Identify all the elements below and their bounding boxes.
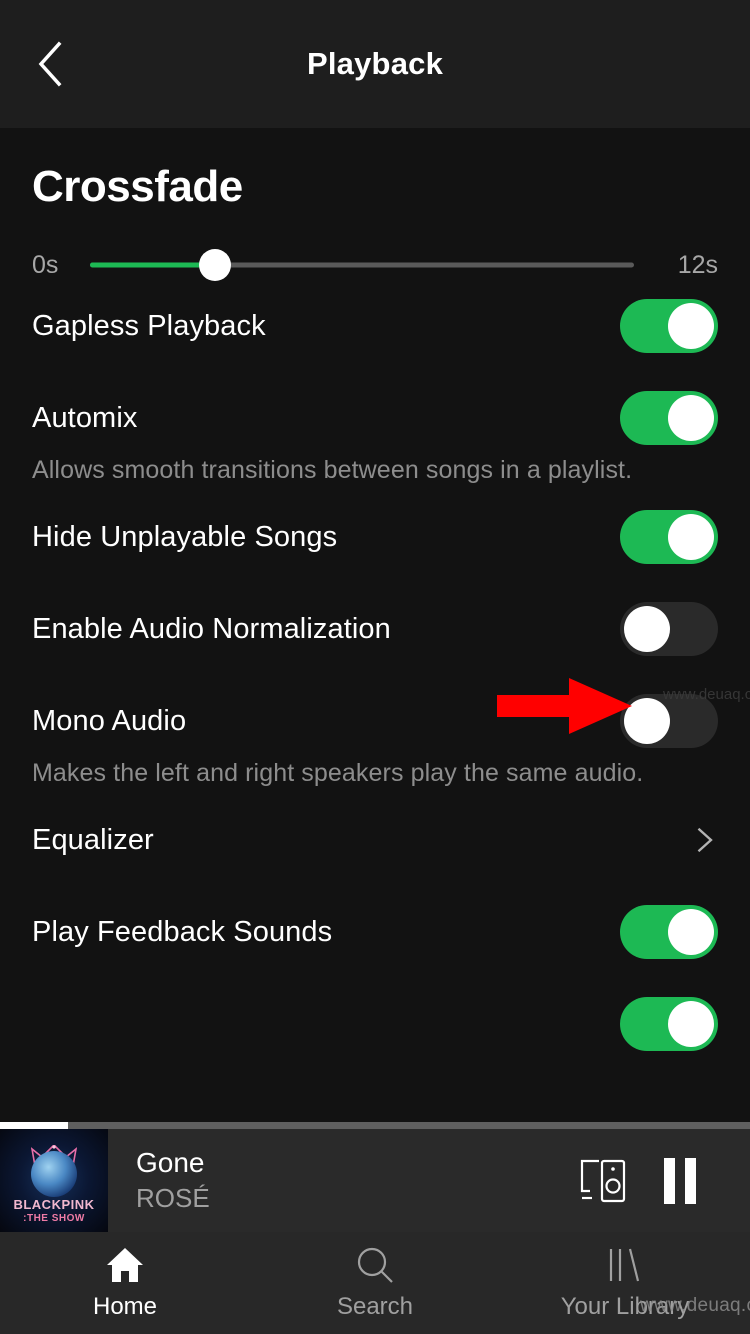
setting-label: Mono Audio	[32, 704, 187, 737]
toggle-mono-audio[interactable]	[620, 694, 718, 748]
toggle-knob	[624, 606, 670, 652]
section-title-crossfade: Crossfade	[32, 162, 243, 211]
setting-row-equalizer[interactable]: Equalizer	[0, 794, 750, 886]
crossfade-min-label: 0s	[32, 250, 59, 279]
top-app-bar: Playback	[0, 0, 750, 128]
settings-scroll-area[interactable]: Crossfade 0s 12s Gapless Playback Automi…	[0, 128, 750, 1130]
chevron-right-icon	[697, 827, 713, 853]
toggle-knob	[668, 909, 714, 955]
crossfade-max-label: 12s	[677, 250, 718, 279]
now-playing-actions	[568, 1145, 750, 1217]
setting-label: Automix	[32, 401, 138, 434]
album-art-line2: :THE SHOW	[23, 1213, 85, 1225]
setting-row-automix[interactable]: Automix	[0, 372, 750, 464]
pause-button[interactable]	[640, 1145, 720, 1217]
album-art: BLACKPINK :THE SHOW	[0, 1129, 108, 1232]
setting-row-play-feedback-sounds[interactable]: Play Feedback Sounds	[0, 886, 750, 978]
nav-label-your-library: Your Library	[560, 1293, 690, 1320]
library-icon	[609, 1248, 640, 1282]
playback-progress-bar[interactable]	[0, 1122, 750, 1129]
page-title: Playback	[306, 46, 444, 81]
crossfade-slider-row: 0s 12s	[0, 212, 750, 281]
setting-row-mono-audio[interactable]: Mono Audio	[0, 675, 750, 767]
search-icon	[357, 1247, 393, 1283]
setting-label: Gapless Playback	[32, 309, 266, 342]
slider-fill	[90, 262, 216, 268]
chevron-left-icon	[38, 41, 62, 87]
nav-label-search: Search	[336, 1293, 414, 1320]
connect-to-device-button[interactable]	[568, 1145, 640, 1217]
connect-to-device-icon	[580, 1159, 626, 1202]
setting-row-hide-unplayable-songs[interactable]: Hide Unplayable Songs	[0, 491, 750, 583]
playback-progress-fill	[0, 1122, 68, 1129]
setting-label: Hide Unplayable Songs	[32, 520, 338, 553]
toggle-play-feedback-sounds[interactable]	[620, 905, 718, 959]
bottom-navigation-bar: Home Search Your Library	[0, 1232, 750, 1334]
toggle-knob	[624, 698, 670, 744]
setting-label: Enable Audio Normalization	[32, 612, 391, 645]
globe-graphic	[31, 1151, 77, 1198]
nav-label-home: Home	[92, 1293, 158, 1320]
now-playing-text: Gone ROSÉ	[108, 1147, 568, 1214]
setting-description-mono-audio: Makes the left and right speakers play t…	[32, 759, 644, 787]
now-playing-artist: ROSÉ	[136, 1183, 210, 1213]
nav-item-your-library[interactable]: Your Library	[500, 1232, 750, 1334]
setting-row-gapless-playback[interactable]: Gapless Playback	[0, 280, 750, 372]
toggle-partial-row[interactable]	[620, 997, 718, 1051]
toggle-knob	[668, 1001, 714, 1047]
back-button[interactable]	[22, 36, 78, 92]
album-art-line1: BLACKPINK	[13, 1196, 95, 1212]
now-playing-bar[interactable]: BLACKPINK :THE SHOW Gone ROSÉ	[0, 1129, 750, 1232]
pause-icon	[664, 1157, 675, 1204]
toggle-gapless-playback[interactable]	[620, 299, 718, 353]
toggle-automix[interactable]	[620, 391, 718, 445]
toggle-enable-audio-normalization[interactable]	[620, 602, 718, 656]
slider-thumb[interactable]	[199, 249, 232, 281]
home-icon	[107, 1248, 143, 1282]
spotify-playback-settings-screen: Playback Crossfade 0s 12s Gapless Playba…	[0, 0, 750, 1334]
toggle-hide-unplayable-songs[interactable]	[620, 510, 718, 564]
now-playing-title: Gone	[136, 1147, 205, 1178]
setting-description-automix: Allows smooth transitions between songs …	[32, 456, 633, 484]
toggle-knob	[668, 395, 714, 441]
pause-icon	[685, 1157, 696, 1204]
nav-item-home[interactable]: Home	[0, 1232, 250, 1334]
toggle-knob	[668, 303, 714, 349]
setting-label: Equalizer	[32, 823, 154, 856]
setting-row-partial[interactable]	[0, 978, 750, 1070]
crossfade-slider[interactable]	[90, 249, 634, 281]
setting-row-enable-audio-normalization[interactable]: Enable Audio Normalization	[0, 583, 750, 675]
setting-label: Play Feedback Sounds	[32, 915, 333, 948]
toggle-knob	[668, 514, 714, 560]
nav-item-search[interactable]: Search	[250, 1232, 500, 1334]
